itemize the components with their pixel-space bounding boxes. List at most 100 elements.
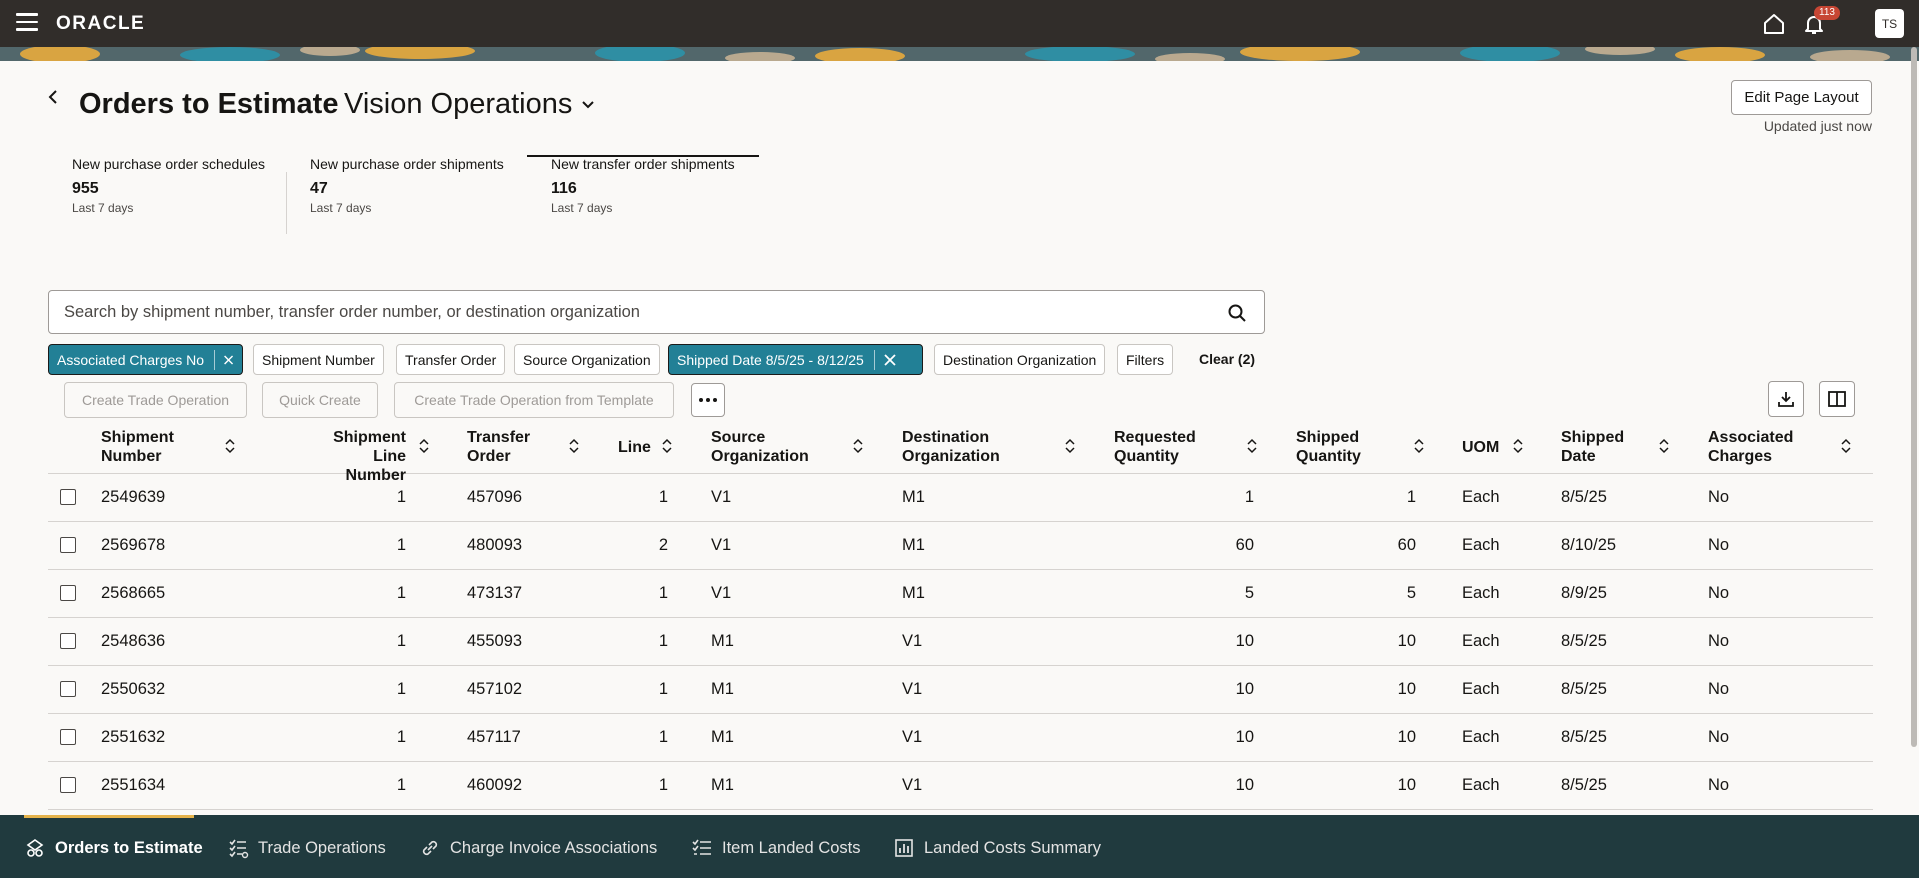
- row-checkbox[interactable]: [60, 777, 76, 793]
- list-icon: [692, 839, 711, 855]
- more-actions-button[interactable]: [691, 383, 725, 417]
- home-icon[interactable]: [1760, 10, 1788, 38]
- cell-transfer-order: 455093: [467, 632, 523, 650]
- cell-shipment-line-number: 1: [396, 584, 406, 602]
- organization-selector[interactable]: Vision Operations: [344, 88, 596, 121]
- table-row[interactable]: 2569678 1 480093 2 V1 M1 60 60 Each 8/10/25 No: [48, 522, 1873, 570]
- column-header-transfer-order[interactable]: Transfer Order: [467, 428, 530, 466]
- cell-associated-charges: No: [1708, 728, 1730, 746]
- column-layout-button[interactable]: [1819, 381, 1855, 417]
- cell-destination-organization: M1: [902, 488, 925, 506]
- table-row[interactable]: 2549639 1 457096 1 V1 M1 1 1 Each 8/5/25 No: [48, 474, 1873, 522]
- sort-icon[interactable]: [568, 438, 580, 454]
- cell-line: 1: [658, 632, 668, 650]
- column-header-destination-organization[interactable]: Destination Organization: [902, 428, 1000, 466]
- row-checkbox[interactable]: [60, 585, 76, 601]
- filter-chip-shipped-date[interactable]: Shipped Date 8/5/25 - 8/12/25: [668, 344, 923, 375]
- create-trade-operation-button[interactable]: Create Trade Operation: [64, 382, 247, 418]
- cell-shipped-quantity: 10: [1397, 776, 1416, 794]
- filter-chip-transfer-order[interactable]: Transfer Order: [396, 344, 506, 375]
- row-checkbox[interactable]: [60, 633, 76, 649]
- sort-icon[interactable]: [852, 438, 864, 454]
- quick-create-button[interactable]: Quick Create: [262, 382, 378, 418]
- avatar[interactable]: TS: [1875, 9, 1904, 38]
- nav-tab-trade-operations[interactable]: Trade Operations: [227, 837, 386, 859]
- cell-source-organization: M1: [711, 680, 734, 698]
- cell-line: 1: [658, 728, 668, 746]
- row-checkbox[interactable]: [60, 681, 76, 697]
- cell-line: 1: [658, 680, 668, 698]
- close-icon[interactable]: [223, 353, 234, 367]
- checklist-icon: [229, 839, 249, 859]
- metric-po-schedules[interactable]: New purchase order schedules 955 Last 7 …: [72, 156, 265, 215]
- row-checkbox[interactable]: [60, 537, 76, 553]
- cell-shipment-line-number: 1: [396, 536, 406, 554]
- sort-icon[interactable]: [224, 438, 236, 454]
- filter-chip-associated-charges[interactable]: Associated Charges No: [48, 344, 243, 375]
- table-row[interactable]: 2550632 1 457102 1 M1 V1 10 10 Each 8/5/25 No: [48, 666, 1873, 714]
- metric-divider: [286, 172, 287, 234]
- cell-shipped-quantity: 10: [1397, 680, 1416, 698]
- edit-page-layout-button[interactable]: Edit Page Layout: [1731, 80, 1872, 115]
- column-header-source-organization[interactable]: Source Organization: [711, 428, 809, 466]
- search-icon[interactable]: [1227, 303, 1247, 323]
- column-header-shipment-number[interactable]: Shipment Number: [101, 428, 174, 466]
- cell-destination-organization: M1: [902, 536, 925, 554]
- nav-tab-charge-invoice-associations[interactable]: Charge Invoice Associations: [419, 837, 657, 859]
- column-header-associated-charges[interactable]: Associated Charges: [1708, 428, 1793, 466]
- back-arrow-icon[interactable]: [44, 86, 62, 108]
- cell-associated-charges: No: [1708, 536, 1730, 554]
- page-scrollbar[interactable]: [1911, 47, 1917, 747]
- create-from-template-button[interactable]: Create Trade Operation from Template: [394, 382, 674, 418]
- cell-line: 1: [658, 488, 668, 506]
- sort-icon[interactable]: [1840, 438, 1852, 454]
- nav-tab-landed-costs-summary[interactable]: Landed Costs Summary: [893, 837, 1101, 859]
- cell-destination-organization: M1: [902, 584, 925, 602]
- sort-icon[interactable]: [1413, 438, 1425, 454]
- column-header-shipped-quantity[interactable]: Shipped Quantity: [1296, 428, 1361, 466]
- sort-icon[interactable]: [418, 438, 430, 454]
- metric-transfer-shipments[interactable]: New transfer order shipments 116 Last 7 …: [551, 156, 735, 215]
- cell-line: 1: [658, 584, 668, 602]
- cell-source-organization: V1: [711, 536, 732, 554]
- column-header-requested-quantity[interactable]: Requested Quantity: [1114, 428, 1196, 466]
- row-checkbox[interactable]: [60, 729, 76, 745]
- clear-filters-link[interactable]: Clear (2): [1199, 351, 1255, 367]
- filter-chip-source-organization[interactable]: Source Organization: [514, 344, 660, 375]
- close-icon[interactable]: [883, 353, 897, 367]
- cell-shipped-date: 8/9/25: [1561, 584, 1607, 602]
- metric-period: Last 7 days: [72, 201, 134, 215]
- row-checkbox[interactable]: [60, 489, 76, 505]
- search-input[interactable]: [64, 302, 1194, 322]
- table-row[interactable]: 2551634 1 460092 1 M1 V1 10 10 Each 8/5/25 No: [48, 762, 1873, 810]
- bar-chart-icon: [895, 839, 913, 857]
- cell-shipment-line-number: 1: [396, 776, 406, 794]
- metric-po-shipments[interactable]: New purchase order shipments 47 Last 7 d…: [310, 156, 504, 215]
- filter-chip-destination-organization[interactable]: Destination Organization: [934, 344, 1106, 375]
- column-header-shipped-date[interactable]: Shipped Date: [1561, 428, 1624, 466]
- column-header-line[interactable]: Line: [618, 438, 651, 457]
- sort-icon[interactable]: [1246, 438, 1258, 454]
- menu-icon[interactable]: [16, 13, 38, 31]
- sort-icon[interactable]: [1064, 438, 1076, 454]
- table-row[interactable]: 2551632 1 457117 1 M1 V1 10 10 Each 8/5/25 No: [48, 714, 1873, 762]
- table-row[interactable]: 2568665 1 473137 1 V1 M1 5 5 Each 8/9/25 No: [48, 570, 1873, 618]
- sort-icon[interactable]: [1658, 438, 1670, 454]
- metric-period: Last 7 days: [551, 201, 613, 215]
- cell-requested-quantity: 1: [1244, 488, 1254, 506]
- table-row[interactable]: 2548636 1 455093 1 M1 V1 10 10 Each 8/5/25 No: [48, 618, 1873, 666]
- filter-chip-shipment-number[interactable]: Shipment Number: [253, 344, 384, 375]
- nav-tab-orders-to-estimate[interactable]: Orders to Estimate: [24, 837, 203, 859]
- cell-requested-quantity: 10: [1235, 776, 1254, 794]
- sort-icon[interactable]: [1512, 438, 1524, 454]
- filters-button[interactable]: Filters: [1117, 344, 1174, 375]
- oracle-logo[interactable]: ORACLE: [56, 13, 145, 35]
- columns-icon: [1828, 391, 1846, 407]
- cell-destination-organization: V1: [902, 776, 923, 794]
- column-header-uom[interactable]: UOM: [1462, 438, 1499, 457]
- download-button[interactable]: [1768, 381, 1804, 417]
- cell-source-organization: V1: [711, 488, 732, 506]
- cell-shipped-date: 8/5/25: [1561, 680, 1607, 698]
- nav-tab-item-landed-costs[interactable]: Item Landed Costs: [691, 837, 861, 859]
- sort-icon[interactable]: [661, 438, 673, 454]
